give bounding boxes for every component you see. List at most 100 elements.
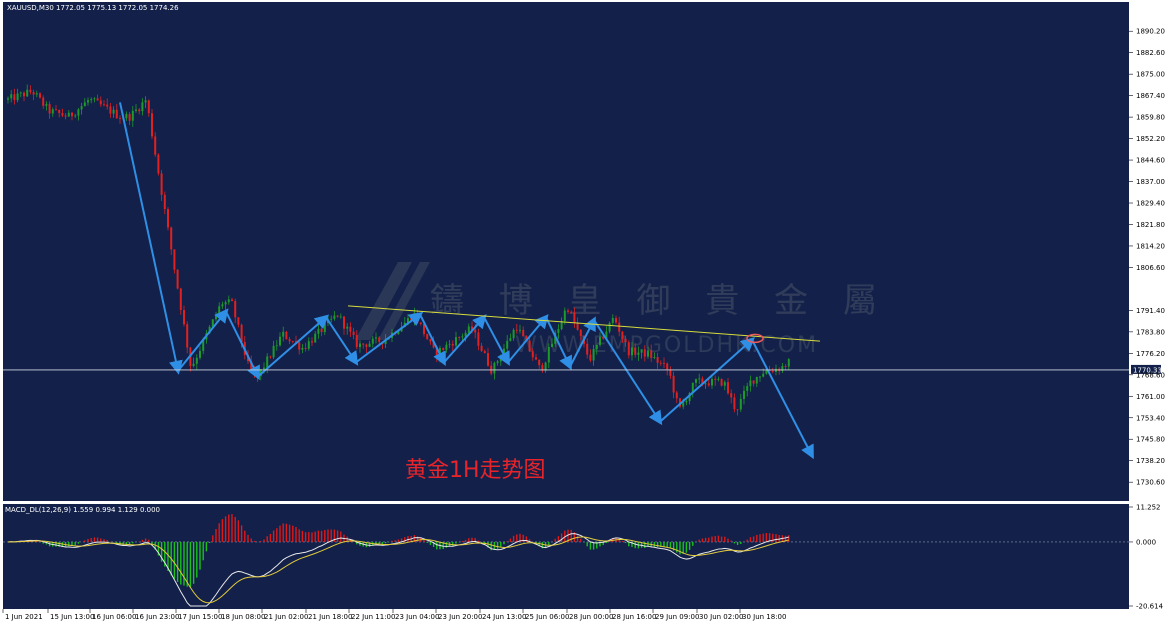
candle-body — [263, 367, 265, 370]
candle-body — [282, 331, 285, 337]
candle-body — [506, 340, 509, 349]
y-tick-label: 1875.00 — [1136, 71, 1165, 79]
candle-body — [311, 341, 313, 343]
candle-body — [330, 318, 333, 320]
candle-body — [467, 326, 470, 333]
chart-annotation-title: 黄金1H走势图 — [405, 458, 546, 483]
y-tick-label: 1882.60 — [1136, 49, 1165, 57]
candle-body — [77, 109, 80, 116]
candle-body — [749, 380, 752, 387]
candle-body — [547, 346, 550, 363]
x-tick-label: 25 Jun 06:00 — [525, 613, 569, 621]
candle-body — [199, 350, 201, 358]
candle-body — [186, 324, 189, 348]
candle-body — [483, 351, 486, 354]
candle-body — [96, 98, 99, 101]
candle-body — [227, 299, 230, 303]
candle-body — [307, 341, 310, 349]
candle-body — [637, 352, 640, 355]
candle-body — [643, 349, 646, 357]
y-tick-label: 1890.20 — [1136, 28, 1165, 36]
candle-body — [157, 154, 160, 174]
candle-body — [563, 310, 566, 322]
candle-body — [704, 383, 707, 385]
candle-body — [64, 115, 67, 117]
candle-body — [461, 336, 464, 338]
candle-body — [759, 376, 761, 378]
candle-body — [755, 376, 758, 384]
candle-body — [131, 110, 134, 121]
candle-body — [179, 288, 182, 311]
candle-body — [218, 306, 221, 315]
y-tick-label: 1837.00 — [1136, 178, 1165, 186]
candle-body — [487, 353, 489, 366]
macd-y-tick-label: 11.252 — [1136, 504, 1161, 512]
x-tick-label: 15 Jun 13:00 — [50, 613, 94, 621]
candle-body — [103, 104, 105, 106]
candle-body — [304, 347, 307, 349]
candle-body — [183, 310, 185, 325]
candle-body — [599, 337, 601, 345]
candle-body — [685, 401, 688, 403]
candle-body — [71, 112, 73, 117]
candle-body — [32, 92, 35, 95]
x-tick-label: 16 Jun 06:00 — [92, 613, 136, 621]
candle-body — [736, 409, 739, 411]
candle-body — [269, 356, 272, 358]
candle-body — [61, 113, 64, 116]
candle-body — [343, 316, 345, 329]
candle-body — [58, 109, 61, 114]
candle-body — [573, 312, 576, 323]
candle-body — [621, 331, 624, 339]
candle-body — [723, 382, 726, 386]
candle-body — [535, 357, 537, 360]
y-tick-label: 1783.80 — [1136, 328, 1165, 336]
x-tick-label: 16 Jun 23:00 — [135, 613, 179, 621]
candle-body — [727, 382, 729, 394]
candle-body — [138, 109, 141, 112]
candle-body — [349, 326, 352, 332]
y-tick-label: 1814.20 — [1136, 242, 1165, 250]
candle-body — [743, 390, 745, 399]
candle-body — [115, 109, 118, 119]
candle-body — [195, 357, 198, 364]
x-tick-label: 30 Jun 18:00 — [742, 613, 786, 621]
x-tick-label: 21 Jun 18:00 — [308, 613, 352, 621]
macd-info-text: MACD_DL(12,26,9) 1.559 0.994 1.129 0.000 — [5, 506, 160, 514]
candle-body — [784, 366, 787, 367]
candle-body — [192, 363, 195, 367]
candle-body — [275, 345, 278, 347]
candle-body — [714, 378, 717, 380]
candle-body — [55, 109, 57, 111]
candle-body — [291, 341, 294, 343]
candle-body — [48, 104, 51, 114]
candle-body — [99, 100, 102, 105]
candle-body — [592, 349, 595, 361]
candle-body — [672, 375, 675, 393]
candle-body — [87, 100, 89, 103]
candle-body — [666, 363, 669, 370]
candle-body — [288, 339, 291, 342]
candle-body — [234, 301, 237, 318]
candle-body — [317, 328, 320, 334]
y-tick-label: 1806.60 — [1136, 264, 1165, 272]
x-tick-label: 22 Jun 11:00 — [351, 613, 395, 621]
candle-body — [320, 328, 323, 333]
candle-body — [752, 380, 755, 384]
candle-body — [355, 335, 358, 348]
watermark-name: 鑄 博 皇 御 貴 金 屬 — [430, 281, 889, 321]
candle-body — [266, 356, 269, 368]
x-tick-label: 17 Jun 15:00 — [178, 613, 222, 621]
x-tick-label: 23 Jun 20:00 — [438, 613, 482, 621]
candle-body — [579, 329, 582, 336]
candle-body — [445, 344, 448, 350]
candle-body — [314, 333, 317, 343]
candle-body — [627, 342, 630, 356]
y-tick-label: 1844.60 — [1136, 157, 1165, 165]
candle-body — [480, 345, 483, 352]
candle-body — [653, 357, 656, 358]
y-tick-label: 1776.20 — [1136, 350, 1165, 358]
candle-body — [285, 331, 288, 340]
candle-body — [717, 378, 720, 380]
candle-body — [42, 97, 45, 106]
